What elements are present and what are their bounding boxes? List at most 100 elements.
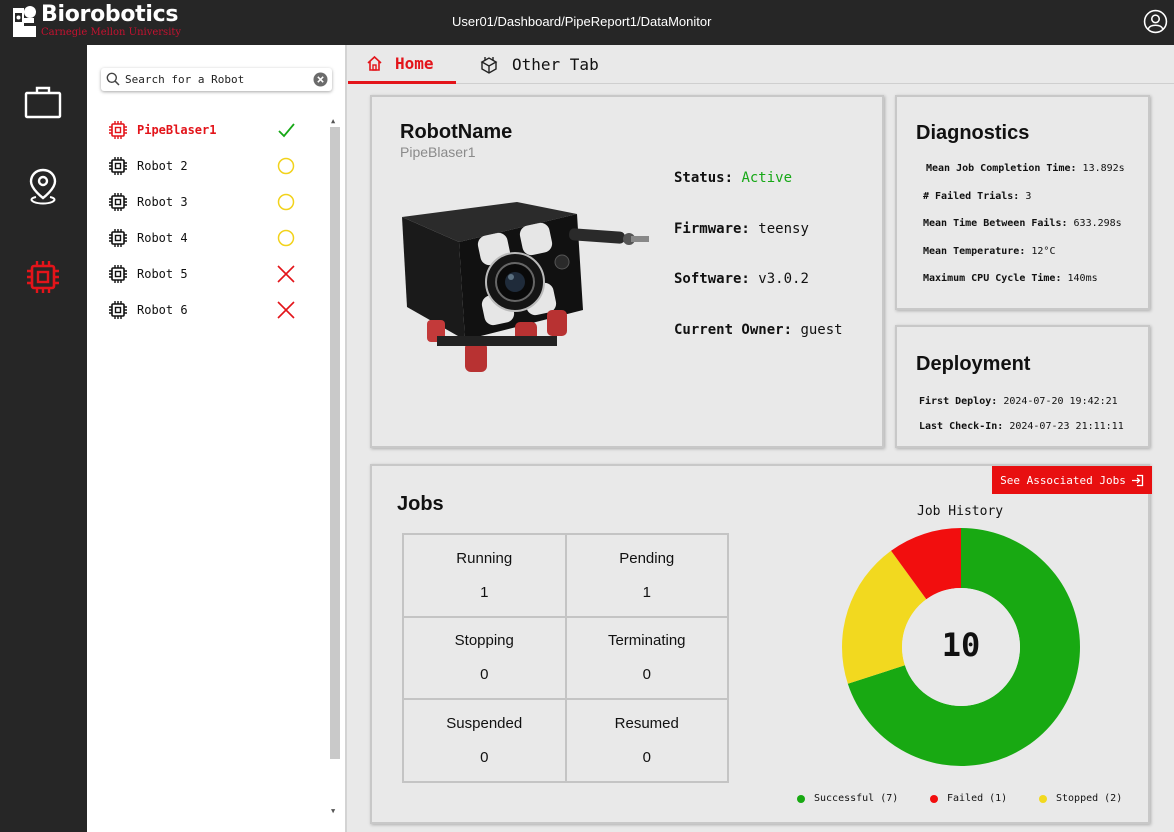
job-status-count: 1 xyxy=(480,583,489,601)
brand-logo[interactable]: Biorobotics Carnegie Mellon University xyxy=(12,2,182,42)
see-associated-jobs-button[interactable]: See Associated Jobs xyxy=(992,466,1152,494)
jobs-title: Jobs xyxy=(397,493,444,515)
robot-search-input[interactable] xyxy=(125,70,305,89)
deploy-row: First Deploy: 2024-07-20 19:42:21 xyxy=(919,396,1118,407)
tab-other[interactable]: Other Tab xyxy=(478,45,599,84)
robot-list-item[interactable]: Robot 2 xyxy=(87,148,327,184)
clear-search-icon[interactable] xyxy=(313,72,328,87)
robot-list-scrollbar[interactable]: ▲ ▼ xyxy=(329,117,340,817)
error-x-icon xyxy=(277,265,295,283)
robot-name: Robot 4 xyxy=(137,231,188,245)
job-status-cell: Terminating 0 xyxy=(565,616,728,700)
legend-label: Successful (7) xyxy=(814,793,899,804)
diag-value: 13.892s xyxy=(1082,163,1125,174)
robot-name: Robot 2 xyxy=(137,159,188,173)
job-status-count: 0 xyxy=(480,666,489,684)
pending-circle-icon xyxy=(277,193,295,211)
legend-label: Failed (1) xyxy=(947,793,1008,804)
status-value: Active xyxy=(741,170,793,186)
rail-jobs-button[interactable] xyxy=(20,79,66,125)
nav-rail xyxy=(0,45,87,832)
legend-item-failed: Failed (1) xyxy=(930,793,1007,804)
robot-list-item[interactable]: Robot 4 xyxy=(87,220,327,256)
diag-label: Mean Time Between Fails: xyxy=(923,218,1068,229)
user-account-icon[interactable] xyxy=(1143,9,1168,34)
legend-swatch xyxy=(1039,794,1047,803)
legend-item-successful: Successful (7) xyxy=(797,793,898,804)
rail-robots-button[interactable] xyxy=(20,254,66,300)
job-status-cell: Resumed 0 xyxy=(565,699,728,782)
status-label: Status: xyxy=(674,170,734,186)
diagnostics-card: Diagnostics Mean Job Completion Time: 13… xyxy=(895,95,1150,310)
job-status-cell: Running 1 xyxy=(403,534,566,617)
diag-label: # Failed Trials: xyxy=(923,191,1020,202)
diag-value: 3 xyxy=(1025,191,1032,202)
job-status-count: 1 xyxy=(642,583,651,601)
owner-value: guest xyxy=(800,322,843,338)
donut-center-total: 10 xyxy=(941,626,981,664)
robot-list-item[interactable]: Robot 5 xyxy=(87,256,327,292)
scroll-up-icon[interactable]: ▲ xyxy=(331,117,335,125)
robot-name: Robot 3 xyxy=(137,195,188,209)
deployment-title: Deployment xyxy=(916,353,1031,375)
location-pin-icon xyxy=(29,168,57,205)
robot-name: PipeBlaser1 xyxy=(137,123,217,137)
diag-row: Maximum CPU Cycle Time: 140ms xyxy=(923,273,1098,284)
robot-list-item[interactable]: Robot 6 xyxy=(87,292,327,328)
tab-other-label: Other Tab xyxy=(512,55,599,74)
diag-label: Maximum CPU Cycle Time: xyxy=(923,273,1062,284)
software-label: Software: xyxy=(674,271,750,287)
legend-swatch xyxy=(797,794,805,803)
deployment-card: Deployment First Deploy: 2024-07-20 19:4… xyxy=(895,325,1150,448)
status-row: Status: Active xyxy=(674,170,792,186)
diag-row: Mean Temperature: 12°C xyxy=(923,246,1055,257)
robot-list-item[interactable]: PipeBlaser1 xyxy=(87,112,327,148)
software-row: Software: v3.0.2 xyxy=(674,271,809,287)
robot-list: PipeBlaser1 Robot 2 Robot 3 Robot 4 Robot 5 R… xyxy=(87,112,327,328)
brand-title: Biorobotics xyxy=(41,2,179,27)
deploy-value: 2024-07-20 19:42:21 xyxy=(1003,396,1118,407)
chip-icon xyxy=(109,301,127,319)
job-status-cell: Stopping 0 xyxy=(403,616,566,700)
rail-map-button[interactable] xyxy=(20,164,66,210)
scroll-down-icon[interactable]: ▼ xyxy=(331,807,335,815)
robot-photo xyxy=(402,202,649,372)
legend-swatch xyxy=(930,794,938,803)
diag-row: Mean Job Completion Time: 13.892s xyxy=(926,163,1125,174)
legend-item-stopped: Stopped (2) xyxy=(1039,793,1122,804)
firmware-value: teensy xyxy=(758,221,809,237)
chip-icon xyxy=(109,265,127,283)
tab-home[interactable]: Home xyxy=(348,45,456,84)
deploy-label: Last Check-In: xyxy=(919,421,1004,432)
firmware-row: Firmware: teensy xyxy=(674,221,809,237)
robot-list-panel: PipeBlaser1 Robot 2 Robot 3 Robot 4 Robot 5 R… xyxy=(87,45,347,832)
diagnostics-title: Diagnostics xyxy=(916,122,1030,144)
robot-tab-icon xyxy=(480,56,498,74)
breadcrumb[interactable]: User01/Dashboard/PipeReport1/DataMonitor xyxy=(452,14,711,29)
owner-row: Current Owner: guest xyxy=(674,322,843,338)
scrollbar-thumb[interactable] xyxy=(330,127,340,759)
checkmark-icon xyxy=(278,123,295,138)
owner-label: Current Owner: xyxy=(674,322,793,338)
home-icon xyxy=(367,55,382,71)
chip-icon xyxy=(109,193,127,211)
diag-label: Mean Job Completion Time: xyxy=(926,163,1077,174)
briefcase-icon xyxy=(24,86,62,119)
robot-list-item[interactable]: Robot 3 xyxy=(87,184,327,220)
logo-mark-icon xyxy=(13,6,36,37)
jobs-card: Jobs See Associated Jobs Running 1 Pending… xyxy=(370,464,1152,824)
job-status-cell: Suspended 0 xyxy=(403,699,566,782)
robot-name: Robot 5 xyxy=(137,267,188,281)
robot-subtitle: PipeBlaser1 xyxy=(400,144,476,160)
deploy-row: Last Check-In: 2024-07-23 21:11:11 xyxy=(919,421,1124,432)
robot-name: Robot 6 xyxy=(137,303,188,317)
search-icon xyxy=(106,72,120,86)
chip-icon xyxy=(109,121,127,139)
robot-search xyxy=(101,68,332,91)
firmware-label: Firmware: xyxy=(674,221,750,237)
error-x-icon xyxy=(277,301,295,319)
chip-icon xyxy=(27,261,59,293)
chart-title: Job History xyxy=(917,504,1004,519)
deploy-label: First Deploy: xyxy=(919,396,998,407)
job-status-label: Terminating xyxy=(607,632,686,650)
